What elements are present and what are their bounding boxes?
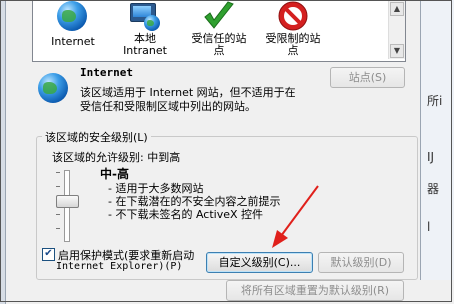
red-arrow-icon [272, 185, 319, 248]
